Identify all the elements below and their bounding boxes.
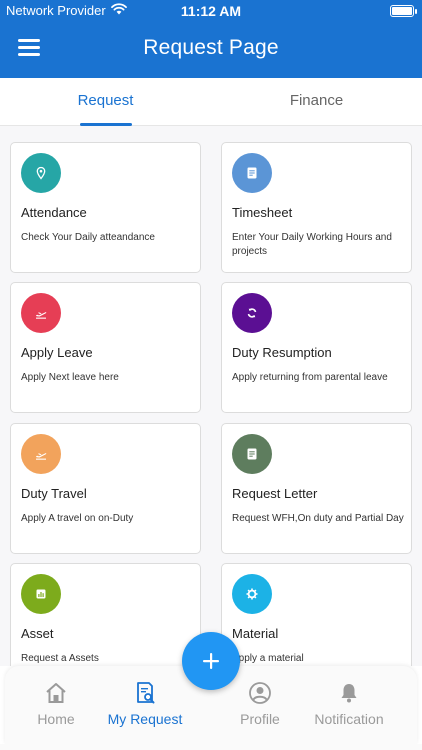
- card-description: Apply A travel on on-Duty: [21, 513, 134, 524]
- material-icon-circle: [232, 574, 272, 614]
- duty-resumption-icon-circle: [232, 293, 272, 333]
- card-description: Request a Assets: [21, 653, 99, 664]
- plus-icon: [203, 653, 219, 669]
- nav-label: Profile: [240, 711, 280, 727]
- add-request-button[interactable]: [182, 632, 240, 690]
- card-description: Enter Your Daily Working Hours and proje…: [232, 232, 392, 257]
- bell-icon: [341, 684, 357, 703]
- card-description: Check Your Daily atteandance: [21, 232, 155, 243]
- card-title: Apply Leave: [21, 345, 93, 360]
- card-title: Duty Travel: [21, 486, 87, 501]
- request-cards-grid: Attendance Check Your Daily atteandance …: [0, 126, 422, 666]
- nav-label: Notification: [314, 711, 384, 727]
- app-header: Network Provider 11:12 AM Request Page: [0, 0, 422, 78]
- tab-bar: Request Finance: [0, 78, 422, 126]
- card-apply-leave[interactable]: Apply Leave Apply Next leave here: [10, 282, 201, 413]
- status-time: 11:12 AM: [180, 3, 242, 19]
- card-title: Attendance: [21, 205, 87, 220]
- duty-travel-icon-circle: [21, 434, 61, 474]
- tab-finance[interactable]: Finance: [211, 78, 422, 126]
- timesheet-icon-circle: [232, 153, 272, 193]
- card-asset[interactable]: Asset Request a Assets: [10, 563, 201, 666]
- card-description: Apply a material: [232, 653, 304, 664]
- profile-icon: [249, 682, 271, 704]
- request-letter-icon-circle: [232, 434, 272, 474]
- card-request-letter[interactable]: Request Letter Request WFH,On duty and P…: [221, 423, 412, 554]
- refresh-icon: [247, 308, 257, 318]
- nav-my-request[interactable]: My Request: [105, 680, 185, 730]
- home-indicator-area: [0, 744, 422, 750]
- card-timesheet[interactable]: Timesheet Enter Your Daily Working Hours…: [221, 142, 412, 273]
- document-icon: [247, 167, 257, 179]
- card-title: Timesheet: [232, 205, 293, 220]
- nav-label: Home: [37, 711, 75, 727]
- home-icon: [46, 683, 66, 703]
- card-title: Duty Resumption: [232, 345, 332, 360]
- plane-departure-icon: [36, 312, 47, 319]
- tab-request[interactable]: Request: [0, 78, 211, 126]
- card-title: Request Letter: [232, 486, 318, 501]
- card-description: Apply returning from parental leave: [232, 372, 388, 383]
- nav-notification[interactable]: Notification: [311, 680, 387, 730]
- card-description: Apply Next leave here: [21, 372, 119, 383]
- card-title: Asset: [21, 626, 54, 641]
- chart-icon: [36, 589, 46, 599]
- card-material[interactable]: Material Apply a material: [221, 563, 412, 666]
- nav-home[interactable]: Home: [31, 680, 81, 730]
- request-search-icon: [137, 682, 155, 704]
- gear-icon: [246, 588, 258, 600]
- location-pin-icon: [36, 166, 46, 180]
- card-attendance[interactable]: Attendance Check Your Daily atteandance: [10, 142, 201, 273]
- asset-icon-circle: [21, 574, 61, 614]
- attendance-icon-circle: [21, 153, 61, 193]
- nav-label: My Request: [107, 711, 183, 727]
- card-description: Request WFH,On duty and Partial Day: [232, 513, 404, 524]
- card-title: Material: [232, 626, 279, 641]
- card-duty-resumption[interactable]: Duty Resumption Apply returning from par…: [221, 282, 412, 413]
- plane-departure-icon: [36, 453, 47, 460]
- page-title: Request Page: [143, 36, 279, 59]
- document-icon: [247, 448, 257, 460]
- status-bar: Network Provider 11:12 AM: [0, 0, 422, 22]
- apply-leave-icon-circle: [21, 293, 61, 333]
- card-duty-travel[interactable]: Duty Travel Apply A travel on on-Duty: [10, 423, 201, 554]
- battery-icon: [390, 5, 417, 17]
- nav-profile[interactable]: Profile: [235, 680, 285, 730]
